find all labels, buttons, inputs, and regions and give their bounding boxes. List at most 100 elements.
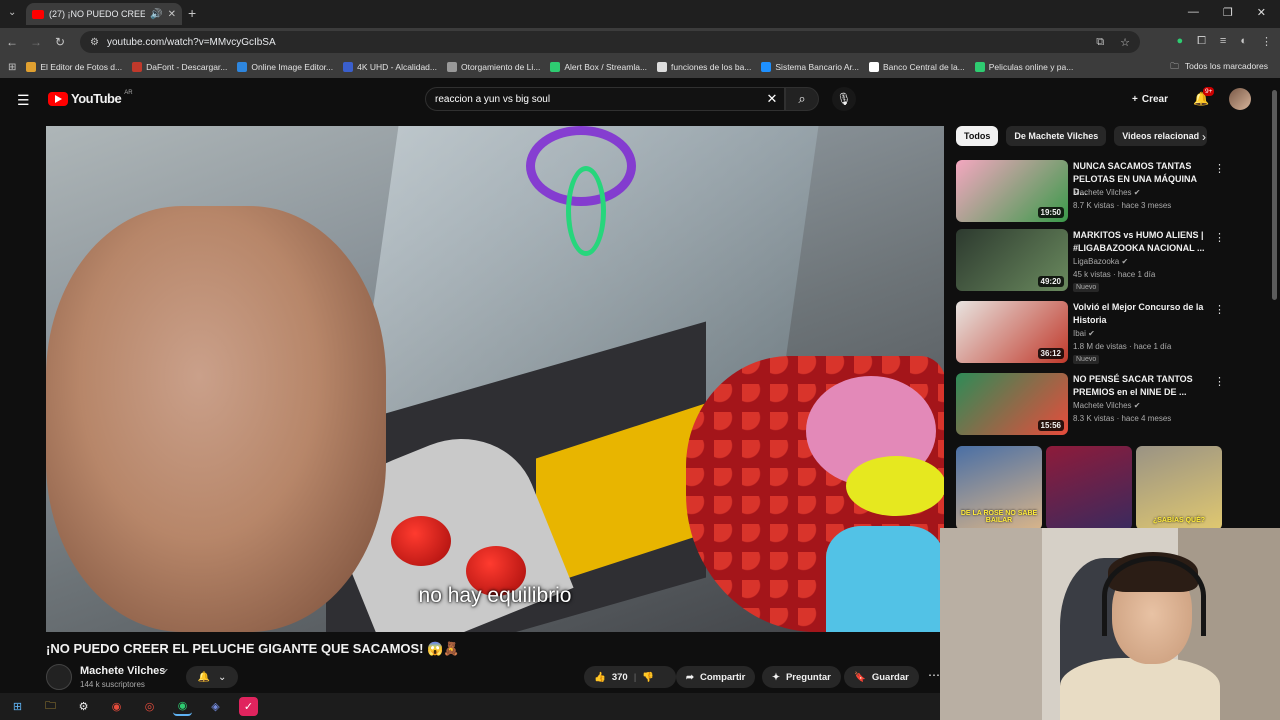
youtube-logo[interactable]: YouTube AR: [48, 90, 133, 106]
short-thumbnail[interactable]: ¿SABÍAS QUÉ?: [1136, 446, 1222, 530]
subscription-bell-button[interactable]: 🔔 ⌄: [186, 666, 238, 688]
video-thumbnail[interactable]: 36:12: [956, 301, 1068, 363]
dislike-button[interactable]: 👎: [642, 672, 654, 683]
yellow-plush: [846, 456, 944, 516]
discord-icon[interactable]: ◈: [206, 697, 225, 716]
page-scrollbar[interactable]: [1272, 90, 1277, 300]
browser-tab[interactable]: (27) ¡NO PUEDO CREER EL 🔊 ✕: [26, 3, 182, 25]
verified-icon: ✔: [162, 667, 169, 676]
bookmark-icon: 🔖: [854, 671, 866, 683]
tab-search-icon[interactable]: ⌄: [8, 7, 16, 18]
search-input[interactable]: reaccion a yun vs big soul: [435, 94, 760, 105]
bookmark-item[interactable]: DaFont - Descargar...: [132, 62, 227, 72]
bookmark-item[interactable]: 4K UHD - Alcalidad...: [343, 62, 437, 72]
channel-avatar[interactable]: [46, 664, 72, 690]
more-options-icon[interactable]: ⋮: [1214, 303, 1225, 316]
back-icon[interactable]: ←: [0, 35, 24, 49]
bookmark-favicon-icon: [343, 62, 354, 72]
windows-start-icon[interactable]: ⊞: [8, 697, 27, 716]
recommended-channel-name: Machete Vilches: [1073, 401, 1132, 410]
voice-search-button[interactable]: 🎙: [832, 87, 856, 111]
chevron-right-icon[interactable]: ›: [1202, 130, 1206, 144]
windows-taskbar: ⊞ 🗀 ⚙ ◉ ◎ ◉ ◈ ✓: [0, 693, 940, 720]
filter-chip[interactable]: Todos: [956, 126, 999, 146]
filter-chip[interactable]: De Machete Vilches: [1006, 126, 1107, 146]
minimize-icon[interactable]: —: [1188, 6, 1199, 19]
more-actions-icon[interactable]: ⋯: [928, 668, 940, 682]
media-control-icon[interactable]: ≡: [1220, 35, 1226, 48]
bookmark-label: Peliculas online y pa...: [988, 62, 1074, 72]
notifications-button[interactable]: 🔔 9+: [1193, 87, 1215, 107]
close-tab-icon[interactable]: ✕: [168, 9, 176, 20]
recommended-title[interactable]: Volvió el Mejor Concurso de la Historia: [1073, 301, 1213, 327]
omnibox-actions: ⧉ ☆: [1096, 36, 1130, 49]
filter-chip[interactable]: Videos relacionad: [1114, 126, 1208, 146]
file-explorer-icon[interactable]: 🗀: [41, 697, 60, 716]
blue-plush: [826, 526, 944, 632]
search-button[interactable]: ⌕: [785, 87, 819, 111]
speaker-icon[interactable]: 🔊: [150, 9, 162, 20]
bookmark-item[interactable]: Sistema Bancario Ar...: [761, 62, 859, 72]
bookmark-favicon-icon: [974, 62, 985, 72]
youtube-wordmark: YouTube: [71, 91, 122, 106]
close-window-icon[interactable]: ✕: [1257, 6, 1266, 19]
recommended-video[interactable]: 36:12 Volvió el Mejor Concurso de la Hist…: [956, 301, 1226, 365]
bookmark-star-icon[interactable]: ☆: [1120, 36, 1130, 49]
site-info-icon[interactable]: ⚙: [90, 37, 99, 48]
bookmark-item[interactable]: Online Image Editor...: [237, 62, 333, 72]
chrome-active-icon[interactable]: ◉: [173, 697, 192, 716]
recommended-video[interactable]: 49:20 MARKITOS vs HUMO ALIENS | #LIGABAZO…: [956, 229, 1226, 293]
bookmark-label: 4K UHD - Alcalidad...: [357, 62, 437, 72]
bookmark-item[interactable]: El Editor de Fotos d...: [26, 62, 122, 72]
create-button[interactable]: + Crear: [1124, 89, 1176, 109]
chrome-menu-icon[interactable]: ⋮: [1261, 35, 1272, 48]
forward-icon[interactable]: →: [24, 35, 48, 49]
like-button[interactable]: 👍: [594, 672, 606, 683]
ask-button[interactable]: ✦ Preguntar: [762, 666, 841, 688]
settings-icon[interactable]: ⚙: [74, 697, 93, 716]
restore-icon[interactable]: ❐: [1223, 6, 1233, 19]
bookmark-item[interactable]: Alert Box / Streamla...: [550, 62, 647, 72]
video-player[interactable]: no hay equilibrio: [46, 126, 944, 632]
bookmark-item[interactable]: funciones de los ba...: [657, 62, 751, 72]
recommended-video[interactable]: 15:56 NO PENSÉ SACAR TANTOS PREMIOS en el…: [956, 373, 1226, 437]
chrome-icon[interactable]: ◉: [107, 697, 126, 716]
extension-icon[interactable]: ●: [1176, 35, 1183, 48]
bookmark-item[interactable]: Banco Central de la...: [869, 62, 965, 72]
apps-grid-icon[interactable]: ⊞: [8, 62, 16, 73]
account-avatar[interactable]: [1229, 88, 1251, 110]
bookmark-item[interactable]: Peliculas online y pa...: [974, 62, 1074, 72]
app-icon[interactable]: ◎: [140, 697, 159, 716]
share-button[interactable]: ➦ Compartir: [676, 666, 756, 688]
new-tab-button[interactable]: +: [188, 5, 196, 21]
video-thumbnail[interactable]: 15:56: [956, 373, 1068, 435]
short-thumbnail[interactable]: [1046, 446, 1132, 530]
hamburger-menu-icon[interactable]: ☰: [17, 92, 30, 109]
reload-icon[interactable]: ↻: [48, 35, 72, 49]
all-bookmarks[interactable]: 🗀 Todos los marcadores: [1170, 61, 1268, 75]
recommended-title[interactable]: NO PENSÉ SACAR TANTOS PREMIOS en el NINE…: [1073, 373, 1213, 399]
bookmark-item[interactable]: Otorgamiento de Li...: [446, 62, 540, 72]
video-thumbnail[interactable]: 19:50: [956, 160, 1068, 222]
install-app-icon[interactable]: ⧉: [1096, 36, 1104, 49]
save-button[interactable]: 🔖 Guardar: [844, 666, 919, 688]
video-thumbnail[interactable]: 49:20: [956, 229, 1068, 291]
red-app-icon[interactable]: ✓: [239, 697, 258, 716]
more-options-icon[interactable]: ⋮: [1214, 162, 1225, 175]
short-thumbnail[interactable]: DE LA ROSE NO SABE BAILAR: [956, 446, 1042, 530]
recommended-video[interactable]: 19:50 NUNCA SACAMOS TANTAS PELOTAS EN UNA…: [956, 160, 1226, 224]
notification-count-badge: 9+: [1203, 87, 1215, 96]
folder-icon: 🗀: [1170, 61, 1179, 71]
omnibox[interactable]: ⚙ youtube.com/watch?v=MMvcyGcIbSA: [80, 31, 1140, 53]
address-bar-row: ← → ↻ ⚙ youtube.com/watch?v=MMvcyGcIbSA …: [0, 28, 1280, 56]
puzzle-icon[interactable]: ⧠: [1197, 35, 1206, 48]
profile-icon[interactable]: ◐: [1240, 35, 1247, 48]
search-box[interactable]: reaccion a yun vs big soul ✕: [425, 87, 785, 111]
url-text[interactable]: youtube.com/watch?v=MMvcyGcIbSA: [107, 37, 276, 48]
more-options-icon[interactable]: ⋮: [1214, 231, 1225, 244]
youtube-favicon-icon: [32, 9, 44, 19]
more-options-icon[interactable]: ⋮: [1214, 375, 1225, 388]
channel-name[interactable]: Machete Vilches: [80, 665, 165, 677]
clear-search-icon[interactable]: ✕: [760, 91, 784, 107]
recommended-title[interactable]: MARKITOS vs HUMO ALIENS | #LIGABAZOOKA N…: [1073, 229, 1213, 255]
